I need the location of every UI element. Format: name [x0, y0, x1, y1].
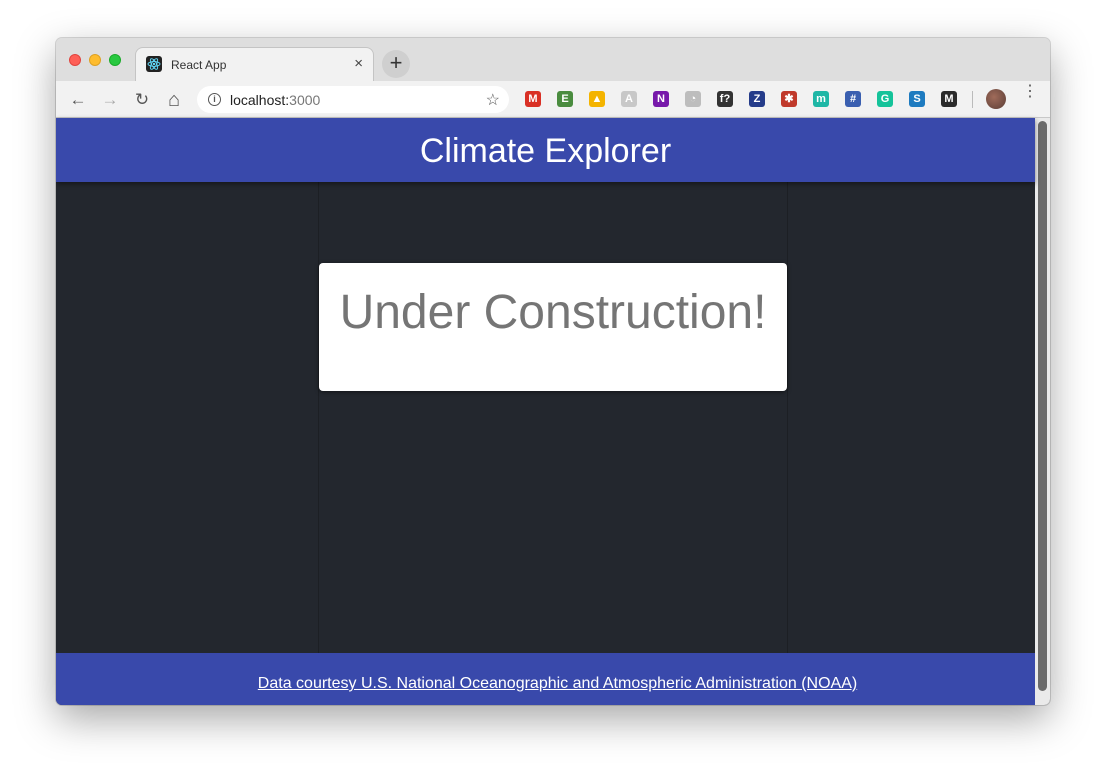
browser-toolbar: ← → ↻ ⌂ i localhost:3000 ☆ M E ▲ A N ◔ f? Z ✱ m # G…: [56, 81, 1050, 118]
home-icon[interactable]: ⌂: [163, 89, 185, 111]
reload-icon[interactable]: ↻: [131, 89, 153, 111]
timer-icon[interactable]: ◔: [685, 91, 701, 107]
address-bar[interactable]: i localhost:3000 ☆: [197, 86, 509, 113]
url-text: localhost:3000: [230, 92, 320, 108]
column-divider-left: [318, 182, 319, 653]
tab-strip: React App × +: [56, 38, 1050, 82]
docs-icon[interactable]: A: [621, 91, 637, 107]
under-construction-message: Under Construction!: [339, 286, 767, 339]
tab-react-app[interactable]: React App ×: [135, 47, 374, 82]
tab-close-icon[interactable]: ×: [354, 55, 363, 73]
forward-icon[interactable]: →: [99, 89, 121, 111]
mercury-icon[interactable]: m: [813, 91, 829, 107]
bug-icon[interactable]: ✱: [781, 91, 797, 107]
back-icon[interactable]: ←: [67, 89, 89, 111]
window-close-button[interactable]: [69, 54, 81, 66]
react-favicon-icon: [146, 56, 162, 72]
onenote-icon[interactable]: N: [653, 91, 669, 107]
window-maximize-button[interactable]: [109, 54, 121, 66]
column-divider-right: [787, 182, 788, 653]
page-viewport: Climate Explorer Under Construction! Dat…: [56, 118, 1050, 705]
zotero-icon[interactable]: Z: [749, 91, 765, 107]
scrollbar-thumb[interactable]: [1038, 121, 1047, 691]
app-footer: Data courtesy U.S. National Oceanographi…: [56, 653, 1035, 705]
page-title: Climate Explorer: [419, 132, 672, 170]
hashtag-icon[interactable]: #: [845, 91, 861, 107]
info-icon[interactable]: i: [208, 93, 221, 106]
window-minimize-button[interactable]: [89, 54, 101, 66]
page-scrollbar[interactable]: [1035, 118, 1050, 705]
profile-avatar[interactable]: [986, 89, 1006, 109]
bookmark-star-icon[interactable]: ☆: [486, 90, 500, 110]
browser-window: React App × + ← → ↻ ⌂ i localhost:3000 ☆…: [56, 38, 1050, 705]
new-tab-button[interactable]: +: [382, 50, 410, 78]
whatfont-icon[interactable]: f?: [717, 91, 733, 107]
url-port: 3000: [289, 92, 321, 108]
evernote-clip-icon[interactable]: E: [557, 91, 573, 107]
url-host: localhost:: [230, 92, 290, 108]
gmail-icon[interactable]: M: [525, 91, 541, 107]
toolbar-divider: [972, 91, 973, 108]
app-header: Climate Explorer: [56, 118, 1035, 182]
browser-menu-icon[interactable]: ⋮: [1022, 84, 1038, 100]
noaa-credit-link[interactable]: Data courtesy U.S. National Oceanographi…: [56, 675, 1050, 693]
mendeley-icon[interactable]: M: [941, 91, 957, 107]
scribd-icon[interactable]: S: [909, 91, 925, 107]
grammarly-icon[interactable]: G: [877, 91, 893, 107]
status-card: Under Construction!: [319, 263, 787, 391]
tab-title: React App: [171, 58, 227, 72]
google-drive-icon[interactable]: ▲: [589, 91, 605, 107]
